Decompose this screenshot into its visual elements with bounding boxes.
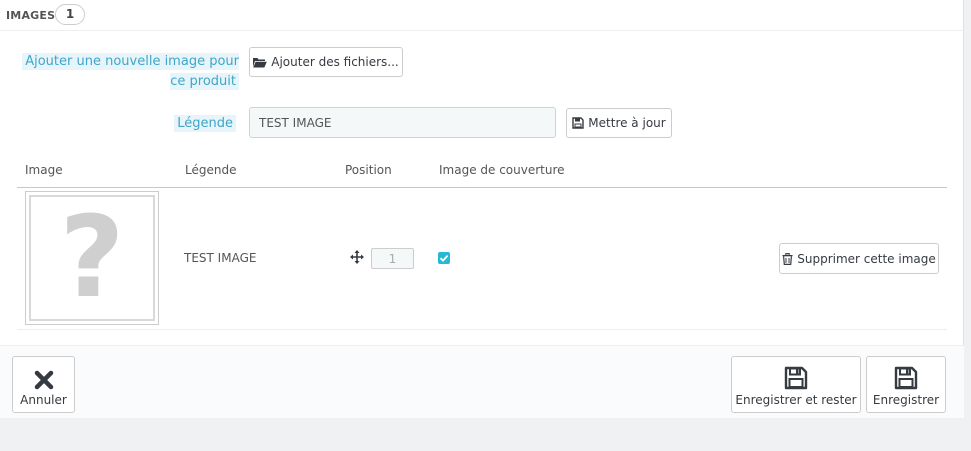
floppy-disk-icon	[784, 366, 808, 390]
panel-footer: Annuler Enregistrer et rester Enregistre…	[0, 345, 964, 418]
add-image-label: Ajouter une nouvelle image pour ce produ…	[17, 52, 239, 92]
floppy-disk-icon	[572, 117, 584, 129]
column-header-position: Position	[345, 163, 392, 177]
close-icon	[34, 370, 53, 390]
cover-checkbox[interactable]	[438, 252, 450, 264]
trash-icon	[782, 252, 793, 265]
save-button[interactable]: Enregistrer	[866, 356, 946, 413]
column-header-cover: Image de couverture	[439, 163, 565, 177]
save-and-stay-button[interactable]: Enregistrer et rester	[731, 356, 861, 413]
column-header-legend: Légende	[185, 163, 237, 177]
floppy-disk-icon	[894, 366, 918, 390]
delete-image-button-label: Supprimer cette image	[797, 251, 936, 266]
table-header-divider	[17, 187, 947, 188]
images-panel: Images 1 Ajouter une nouvelle image pour…	[0, 0, 964, 418]
save-and-stay-button-label: Enregistrer et rester	[735, 393, 857, 407]
legend-label: Légende	[140, 114, 236, 134]
move-arrows-icon[interactable]	[350, 250, 364, 264]
cancel-button[interactable]: Annuler	[12, 356, 75, 413]
update-button[interactable]: Mettre à jour	[566, 108, 672, 138]
column-header-image: Image	[25, 163, 63, 177]
delete-image-button[interactable]: Supprimer cette image	[779, 243, 939, 274]
add-files-button[interactable]: Ajouter des fichiers...	[249, 47, 403, 77]
folder-open-icon	[253, 57, 268, 67]
legend-label-text: Légende	[174, 115, 236, 132]
add-image-label-text: Ajouter une nouvelle image pour ce produ…	[22, 53, 239, 90]
checkmark-icon	[439, 254, 449, 262]
save-button-label: Enregistrer	[872, 393, 940, 407]
row-legend: TEST IMAGE	[184, 251, 257, 265]
placeholder-image: ?	[29, 195, 155, 321]
question-mark-icon: ?	[59, 193, 125, 323]
cancel-button-label: Annuler	[20, 393, 67, 407]
panel-heading: Images 1	[0, 0, 964, 31]
image-thumbnail[interactable]: ?	[25, 191, 159, 325]
update-button-label: Mettre à jour	[588, 116, 666, 130]
image-count-badge: 1	[55, 4, 85, 25]
legend-input[interactable]	[249, 107, 556, 138]
table-row-divider	[17, 329, 947, 330]
position-input[interactable]	[371, 248, 414, 269]
panel-title: Images	[6, 9, 56, 22]
add-files-button-label: Ajouter des fichiers...	[271, 55, 399, 69]
